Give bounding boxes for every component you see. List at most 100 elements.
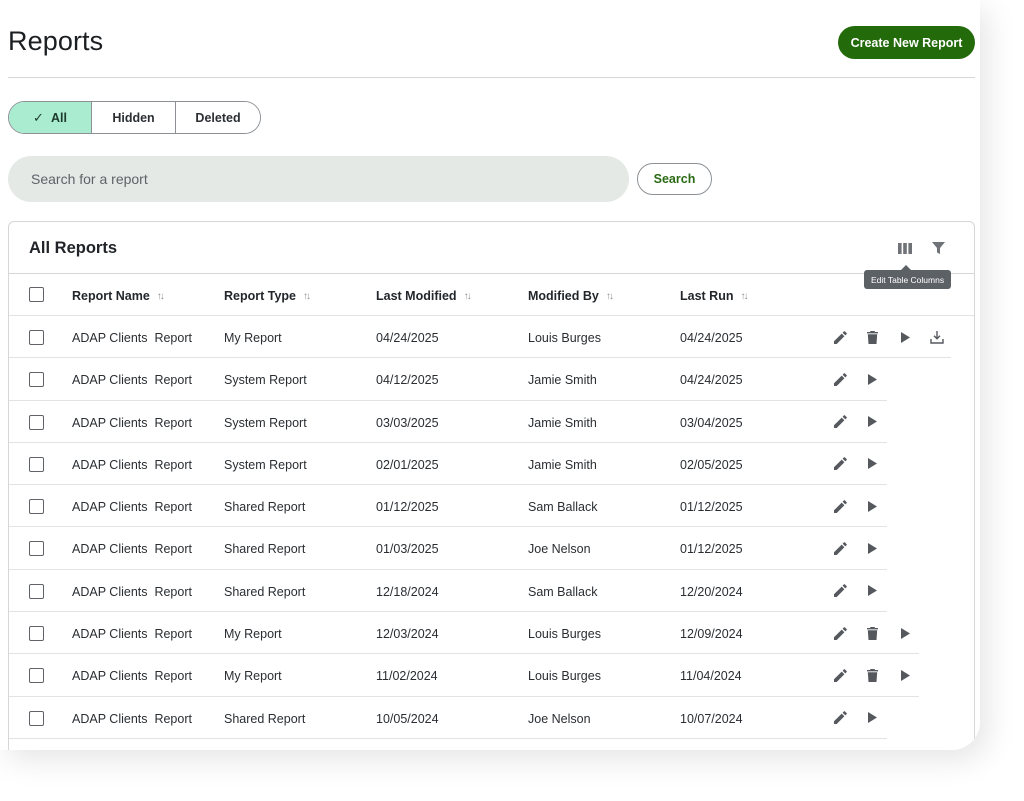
- table-row[interactable]: ADAP Clients Report Shared Report 01/12/20…: [9, 485, 974, 528]
- last-run-cell: 12/20/2024: [680, 584, 743, 599]
- edit-icon[interactable]: [832, 667, 848, 683]
- run-icon[interactable]: [864, 456, 880, 472]
- row-checkbox[interactable]: [29, 626, 44, 642]
- download-icon[interactable]: [929, 329, 945, 345]
- column-label: Modified By: [528, 289, 599, 303]
- run-icon[interactable]: [864, 414, 880, 430]
- table-row[interactable]: ADAP Clients Report Shared Report 12/18/20…: [9, 570, 974, 613]
- row-checkbox[interactable]: [29, 330, 44, 345]
- table-row[interactable]: ADAP Clients Report My Report 12/03/2024 Lo…: [9, 612, 974, 655]
- modified-by-cell: Jamie Smith: [528, 457, 597, 472]
- last-modified-cell: 10/05/2024: [376, 711, 439, 726]
- column-header-report-type[interactable]: Report Type ↑↓: [224, 289, 311, 303]
- column-header-modified-by[interactable]: Modified By ↑↓: [528, 289, 614, 303]
- last-run-cell: 04/24/2025: [680, 331, 743, 345]
- table-row[interactable]: ADAP Clients Report System Report 03/03/20…: [9, 401, 974, 443]
- filter-hidden-label: Hidden: [112, 110, 155, 125]
- report-name-cell: ADAP Clients Report: [72, 542, 192, 557]
- delete-icon[interactable]: [864, 329, 880, 345]
- table-panel-header: All Reports: [9, 222, 974, 274]
- modified-by-cell: Sam Ballack: [528, 500, 598, 515]
- last-run-cell: 01/12/2025: [680, 542, 743, 557]
- check-icon: ✓: [33, 109, 44, 125]
- row-checkbox[interactable]: [29, 541, 44, 557]
- run-icon[interactable]: [897, 329, 913, 345]
- edit-icon[interactable]: [832, 371, 848, 387]
- edit-icon[interactable]: [832, 456, 848, 472]
- modified-by-cell: Jamie Smith: [528, 373, 597, 388]
- run-icon[interactable]: [864, 371, 880, 387]
- column-header-report-name[interactable]: Report Name ↑↓: [72, 289, 165, 303]
- table-row[interactable]: ADAP Clients Report My Report 11/02/2024 Lo…: [9, 654, 974, 697]
- modified-by-cell: Joe Nelson: [528, 542, 591, 557]
- row-checkbox[interactable]: [29, 710, 44, 726]
- edit-icon[interactable]: [832, 625, 848, 641]
- report-type-cell: Shared Report: [224, 500, 306, 515]
- row-checkbox[interactable]: [29, 583, 44, 599]
- search-button[interactable]: Search: [637, 163, 712, 195]
- report-name-cell: ADAP Clients Report: [72, 331, 192, 345]
- row-checkbox[interactable]: [29, 372, 44, 388]
- table-row[interactable]: ADAP Clients Report Shared Report 10/05/20…: [9, 697, 974, 739]
- table-row[interactable]: ADAP Clients Report System Report 02/01/20…: [9, 443, 974, 486]
- report-type-cell: My Report: [224, 669, 282, 684]
- row-checkbox[interactable]: [29, 414, 44, 430]
- edit-icon[interactable]: [832, 414, 848, 430]
- filter-deleted-button[interactable]: Deleted: [176, 102, 260, 133]
- create-new-report-button[interactable]: Create New Report: [838, 26, 975, 59]
- sort-icon: ↑↓: [156, 290, 165, 302]
- run-icon[interactable]: [897, 667, 913, 683]
- delete-icon[interactable]: [864, 625, 880, 641]
- modified-by-cell: Louis Burges: [528, 627, 601, 642]
- column-header-last-run[interactable]: Last Run ↑↓: [680, 289, 748, 303]
- edit-icon[interactable]: [832, 329, 848, 345]
- edit-icon[interactable]: [832, 498, 848, 514]
- report-name-cell: ADAP Clients Report: [72, 373, 192, 388]
- run-icon[interactable]: [864, 583, 880, 599]
- table-row[interactable]: ADAP Clients Report My Report 04/24/2025 Lo…: [9, 316, 974, 359]
- columns-icon[interactable]: [896, 239, 914, 257]
- report-type-cell: My Report: [224, 331, 282, 345]
- column-header-last-modified[interactable]: Last Modified ↑↓: [376, 289, 472, 303]
- report-name-cell: ADAP Clients Report: [72, 711, 192, 726]
- sort-icon: ↑↓: [303, 290, 311, 302]
- edit-icon[interactable]: [832, 710, 848, 726]
- search-input[interactable]: [8, 156, 629, 202]
- table-row[interactable]: ADAP Clients Report System Report 04/12/20…: [9, 358, 974, 401]
- delete-icon[interactable]: [864, 667, 880, 683]
- edit-table-columns-tooltip: Edit Table Columns: [864, 265, 952, 289]
- edit-icon[interactable]: [832, 540, 848, 556]
- row-checkbox[interactable]: [29, 499, 44, 515]
- run-icon[interactable]: [864, 710, 880, 726]
- last-modified-cell: 04/12/2025: [376, 373, 439, 388]
- filter-icon[interactable]: [929, 239, 947, 257]
- select-all-checkbox[interactable]: [29, 287, 44, 302]
- table-header-row: Report Name ↑↓ Report Type ↑↓ Last Modifie…: [9, 274, 974, 316]
- run-icon[interactable]: [864, 498, 880, 514]
- modified-by-cell: Jamie Smith: [528, 415, 597, 430]
- modified-by-cell: Louis Burges: [528, 669, 601, 684]
- last-run-cell: 01/12/2025: [680, 500, 743, 515]
- last-modified-cell: 02/01/2025: [376, 457, 439, 472]
- report-name-cell: ADAP Clients Report: [72, 669, 192, 684]
- table-title: All Reports: [29, 239, 118, 257]
- filter-deleted-label: Deleted: [195, 110, 241, 125]
- row-divider: [9, 737, 887, 739]
- last-modified-cell: 12/03/2024: [376, 627, 439, 642]
- table-row[interactable]: ADAP Clients Report Shared Report 01/03/20…: [9, 527, 974, 570]
- run-icon[interactable]: [897, 625, 913, 641]
- last-modified-cell: 12/18/2024: [376, 584, 439, 599]
- column-label: Last Run: [680, 289, 734, 303]
- run-icon[interactable]: [864, 540, 880, 556]
- filter-hidden-button[interactable]: Hidden: [92, 102, 176, 133]
- filter-all-button[interactable]: ✓ All: [9, 102, 92, 133]
- reports-page: Reports Create New Report ✓ All Hidden D…: [0, 0, 980, 750]
- row-checkbox[interactable]: [29, 668, 44, 684]
- modified-by-cell: Louis Burges: [528, 331, 601, 345]
- report-name-cell: ADAP Clients Report: [72, 627, 192, 642]
- last-run-cell: 11/04/2024: [680, 669, 742, 684]
- row-checkbox[interactable]: [29, 456, 44, 472]
- edit-icon[interactable]: [832, 583, 848, 599]
- modified-by-cell: Sam Ballack: [528, 584, 598, 599]
- report-name-cell: ADAP Clients Report: [72, 415, 192, 430]
